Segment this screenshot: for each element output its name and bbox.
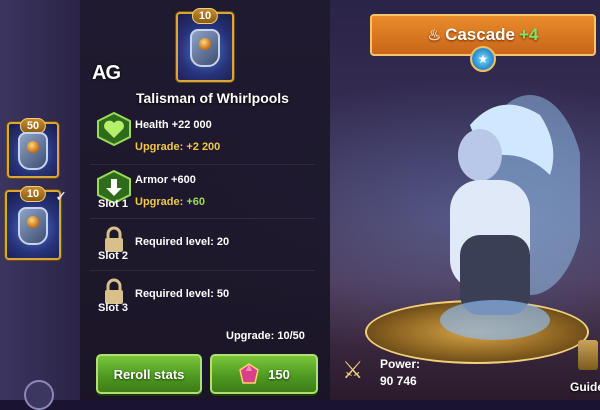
upgrade-value: +60 <box>186 196 206 208</box>
slot-1-label: Slot 1 <box>98 198 128 210</box>
health-stat-text: Health +22 000 <box>135 119 212 131</box>
slot-2-label: Slot 2 <box>98 250 128 262</box>
divider <box>90 164 315 165</box>
fire-icon: ♨ <box>427 27 442 44</box>
hero-promotion: +4 <box>519 25 539 44</box>
slot-3-required: Required level: 50 <box>135 288 230 300</box>
armor-upgrade: Upgrade: +60 <box>135 196 205 208</box>
power-label: Power: <box>380 357 421 371</box>
health-upgrade: Upgrade: +2 200 <box>135 141 220 153</box>
hero-name: Cascade <box>445 25 515 44</box>
armor-stat: Armor +600 <box>135 174 196 186</box>
talisman-icon <box>18 132 48 171</box>
divider <box>90 218 315 219</box>
checkmark-icon: ✓ <box>55 188 67 204</box>
upgrade-value: +2 200 <box>186 141 221 153</box>
slot-2-required: Required level: 20 <box>135 236 230 248</box>
upgrade-label: Upgrade: <box>135 141 184 153</box>
talisman-icon <box>18 207 48 246</box>
divider <box>90 270 315 271</box>
upgrade-cost-button[interactable]: 150 <box>210 354 318 394</box>
cost-value: 150 <box>268 366 290 382</box>
star-icon: ★ <box>470 46 496 72</box>
heart-icon <box>97 112 131 146</box>
selected-item-icon: 10 <box>176 8 234 82</box>
slot-3-label: Slot 3 <box>98 302 128 314</box>
armor-stat-text: Armor +600 <box>135 174 196 186</box>
health-stat: Health +22 000 <box>135 119 212 131</box>
gem-icon <box>239 363 259 384</box>
item-title: Talisman of Whirlpools <box>136 90 289 106</box>
level-badge: 10 <box>191 8 219 24</box>
upgrade-count: Upgrade: 10/50 <box>226 330 305 342</box>
talisman-icon <box>190 29 220 68</box>
hero-portrait[interactable] <box>410 85 580 365</box>
ag-logo: AG <box>92 62 121 84</box>
level-badge: 10 <box>19 186 47 202</box>
guide-button[interactable]: Guide <box>570 380 600 394</box>
upgrade-label: Upgrade: <box>135 196 184 208</box>
reroll-stats-label: Reroll stats <box>113 366 185 382</box>
compass-icon[interactable] <box>24 380 54 410</box>
reroll-stats-button[interactable]: Reroll stats <box>96 354 202 394</box>
power-value: 90 746 <box>380 374 417 388</box>
side-item-talisman-1[interactable]: 50 <box>7 118 59 178</box>
book-icon[interactable] <box>578 340 598 370</box>
side-item-talisman-2[interactable]: 10 ✓ <box>5 186 67 260</box>
crossed-swords-icon: ⚔ <box>342 357 364 384</box>
